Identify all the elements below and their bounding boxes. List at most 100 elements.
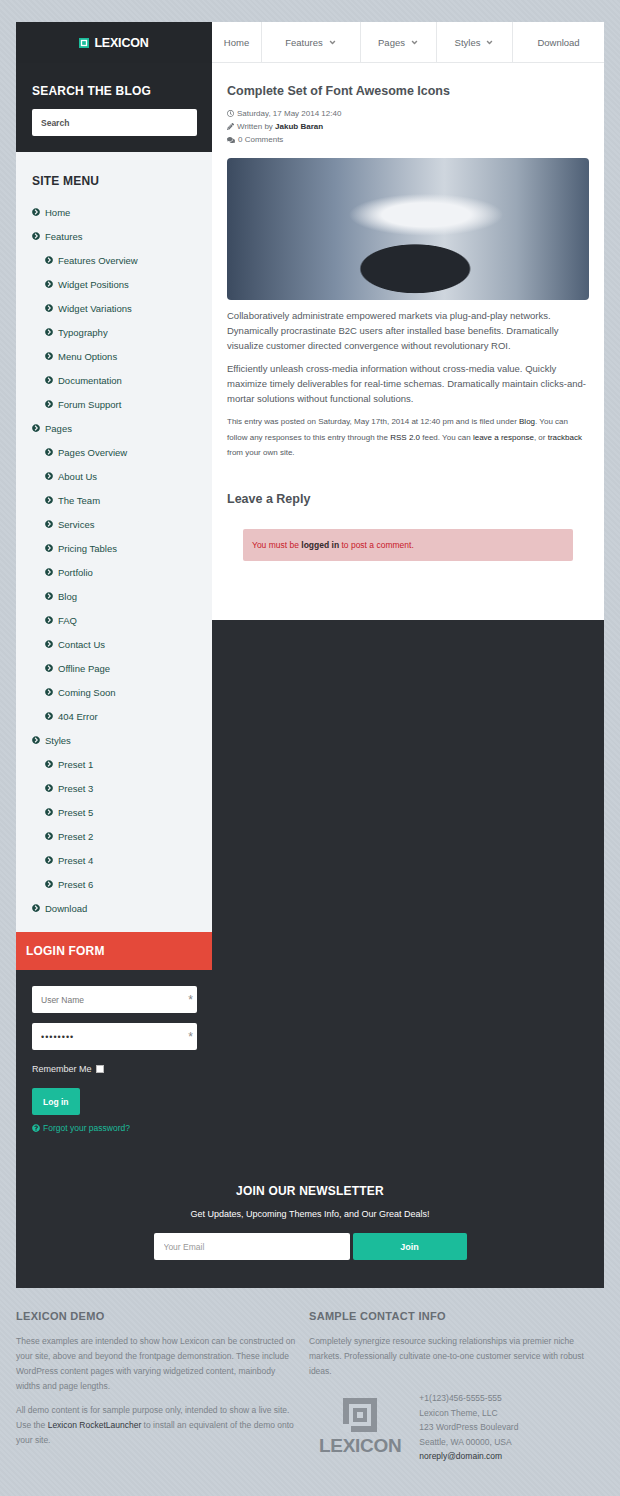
login-header: LOGIN FORM — [16, 932, 212, 970]
content-column: Complete Set of Font Awesome Icons Saturd… — [212, 63, 604, 1163]
post-paragraph: Collaboratively administrate empowered m… — [227, 308, 589, 353]
username-field[interactable]: * — [32, 986, 197, 1013]
text-link[interactable]: leave a response — [473, 433, 534, 442]
menu-item[interactable]: The Team — [32, 488, 212, 512]
menu-item[interactable]: Documentation — [32, 368, 212, 392]
nav-item[interactable]: Home — [212, 22, 262, 62]
footer-logo-text: LEXICON — [319, 1435, 401, 1457]
menu-item[interactable]: Preset 5 — [32, 800, 212, 824]
menu-item[interactable]: Pricing Tables — [32, 536, 212, 560]
text-link[interactable]: RSS 2.0 — [390, 433, 420, 442]
arrow-circle-icon — [45, 688, 53, 696]
arrow-circle-icon — [45, 664, 53, 672]
menu-item[interactable]: Pages Overview — [32, 440, 212, 464]
menu-item[interactable]: Styles — [32, 728, 212, 752]
post-date: Saturday, 17 May 2014 12:40 — [227, 107, 589, 120]
text-span: from your own site. — [227, 448, 295, 457]
menu-item[interactable]: Preset 2 — [32, 824, 212, 848]
remember-checkbox[interactable] — [96, 1065, 104, 1073]
menu-item[interactable]: Preset 6 — [32, 872, 212, 896]
text-span: You must be — [252, 540, 301, 550]
login-button[interactable]: Log in — [32, 1088, 80, 1115]
contact-lines: +1(123)456-5555-555Lexicon Theme, LLC123… — [419, 1391, 518, 1464]
contact-text: Completely synergize resource sucking re… — [309, 1334, 592, 1379]
arrow-circle-icon — [45, 496, 53, 504]
arrow-circle-icon — [45, 568, 53, 576]
menu-item[interactable]: Coming Soon — [32, 680, 212, 704]
email-link[interactable]: noreply@domain.com — [419, 1449, 518, 1464]
arrow-circle-icon — [32, 736, 40, 744]
search-input[interactable] — [32, 109, 197, 136]
text-link[interactable]: logged in — [301, 540, 339, 550]
menu-item[interactable]: Contact Us — [32, 632, 212, 656]
newsletter-title: JOIN OUR NEWSLETTER — [236, 1183, 384, 1199]
arrow-circle-icon — [45, 328, 53, 336]
nav-item[interactable]: Styles — [437, 22, 513, 62]
email-input[interactable] — [154, 1233, 350, 1260]
pencil-icon — [227, 123, 234, 130]
menu-item[interactable]: About Us — [32, 464, 212, 488]
contact-line: 123 WordPress Boulevard — [419, 1420, 518, 1435]
post-paragraph: Efficiently unleash cross-media informat… — [227, 361, 589, 406]
join-button[interactable]: Join — [353, 1233, 467, 1260]
arrow-circle-icon — [45, 808, 53, 816]
menu-item[interactable]: Pages — [32, 416, 212, 440]
demo-paragraph: These examples are intended to show how … — [16, 1334, 297, 1394]
arrow-circle-icon — [45, 616, 53, 624]
menu-item[interactable]: Features — [32, 224, 212, 248]
author-link[interactable]: Jakub Baran — [275, 122, 323, 131]
arrow-circle-icon — [45, 712, 53, 720]
menu-item[interactable]: Preset 4 — [32, 848, 212, 872]
password-input[interactable] — [41, 1032, 188, 1042]
menu-item[interactable]: Download — [32, 896, 212, 920]
clock-icon — [227, 110, 234, 117]
contact-row: LEXICON +1(123)456-5555-555Lexicon Theme,… — [309, 1391, 592, 1464]
site-menu-title: SITE MENU — [32, 173, 212, 189]
contact-line: Seattle, WA 00000, USA — [419, 1435, 518, 1450]
logo[interactable]: LEXICON — [16, 22, 212, 63]
sidebar: SEARCH THE BLOGSITE MENUHomeFeaturesFeat… — [16, 63, 212, 1163]
required-mark: * — [188, 994, 193, 1006]
menu-item[interactable]: FAQ — [32, 608, 212, 632]
nav-item[interactable]: Download — [513, 22, 604, 62]
menu-item[interactable]: Features Overview — [32, 248, 212, 272]
menu-item[interactable]: Typography — [32, 320, 212, 344]
password-field[interactable]: * — [32, 1023, 197, 1050]
arrow-circle-icon — [45, 760, 53, 768]
nav-item[interactable]: Pages — [361, 22, 437, 62]
arrow-circle-icon — [45, 376, 53, 384]
menu-item[interactable]: Forum Support — [32, 392, 212, 416]
menu-item[interactable]: Preset 3 — [32, 776, 212, 800]
text-link[interactable]: trackback — [548, 433, 582, 442]
logo-icon — [79, 38, 89, 48]
post-comments[interactable]: 0 Comments — [227, 133, 589, 146]
forgot-password-link[interactable]: Forgot your password? — [32, 1123, 197, 1133]
post-title[interactable]: Complete Set of Font Awesome Icons — [227, 83, 589, 99]
menu-item[interactable]: Menu Options — [32, 344, 212, 368]
login-notice: You must be logged in to post a comment. — [243, 529, 573, 561]
post-meta: Saturday, 17 May 2014 12:40Written by Ja… — [227, 107, 589, 146]
login-title: LOGIN FORM — [26, 943, 202, 959]
arrow-circle-icon — [45, 832, 53, 840]
menu-item[interactable]: Widget Variations — [32, 296, 212, 320]
menu-item[interactable]: 404 Error — [32, 704, 212, 728]
contact-title: SAMPLE CONTACT INFO — [309, 1310, 592, 1322]
menu-item[interactable]: Portfolio — [32, 560, 212, 584]
text-link[interactable]: Blog — [519, 417, 535, 426]
arrow-circle-icon — [45, 544, 53, 552]
text-link[interactable]: Lexicon RocketLauncher — [48, 1420, 142, 1430]
arrow-circle-icon — [45, 256, 53, 264]
required-mark: * — [188, 1031, 193, 1043]
username-input[interactable] — [41, 995, 188, 1005]
nav-item[interactable]: Features — [262, 22, 361, 62]
remember-row: Remember Me — [32, 1064, 197, 1074]
menu-item[interactable]: Preset 1 — [32, 752, 212, 776]
menu-item[interactable]: Services — [32, 512, 212, 536]
header: LEXICONHomeFeaturesPagesStylesDownload — [16, 22, 604, 63]
menu-item[interactable]: Home — [32, 200, 212, 224]
menu-item[interactable]: Offline Page — [32, 656, 212, 680]
arrow-circle-icon — [45, 280, 53, 288]
menu-item[interactable]: Widget Positions — [32, 272, 212, 296]
menu-item[interactable]: Blog — [32, 584, 212, 608]
text-span: These examples are intended to show how … — [16, 1336, 295, 1391]
